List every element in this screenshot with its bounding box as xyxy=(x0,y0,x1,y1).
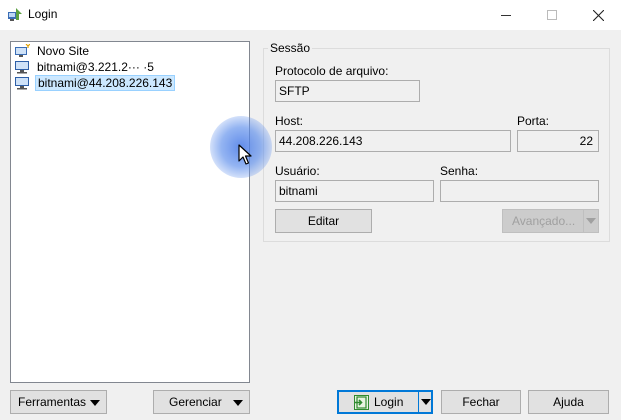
close-button[interactable]: Fechar xyxy=(441,390,521,414)
winscp-app-icon xyxy=(8,8,22,21)
advanced-button[interactable]: Avançado... xyxy=(502,209,599,233)
computer-icon xyxy=(15,77,29,90)
site-tree-item-label: bitnami@3.221.2··· ·5 xyxy=(37,60,154,74)
protocol-select[interactable]: SFTP xyxy=(275,80,420,102)
title-bar: Login xyxy=(0,0,621,30)
site-tree-item-label: bitnami@44.208.226.143 xyxy=(35,75,176,91)
tools-button-label: Ferramentas xyxy=(18,395,87,409)
computer-icon xyxy=(15,61,29,74)
login-dropdown[interactable] xyxy=(418,391,432,413)
site-tree-item-site[interactable]: bitnami@3.221.2··· ·5 xyxy=(14,59,156,75)
minimize-icon xyxy=(501,14,511,16)
site-tree-item-selected-site[interactable]: bitnami@44.208.226.143 xyxy=(14,75,176,91)
protocol-label: Protocolo de arquivo: xyxy=(275,64,389,78)
help-button[interactable]: Ajuda xyxy=(528,390,609,414)
host-label: Host: xyxy=(275,114,304,128)
site-tree-item-new-site[interactable]: Novo Site xyxy=(14,43,91,59)
close-window-button[interactable] xyxy=(575,0,621,30)
login-dialog: Login Novo Site bitnami@3.221.2··· ·5 bi… xyxy=(0,0,621,420)
chevron-down-icon xyxy=(586,218,596,224)
manage-button-label: Gerenciar xyxy=(169,395,222,409)
help-button-label: Ajuda xyxy=(553,395,584,409)
chevron-down-icon xyxy=(90,400,100,406)
edit-button[interactable]: Editar xyxy=(275,209,372,233)
tools-button[interactable]: Ferramentas xyxy=(10,390,107,414)
user-label: Usuário: xyxy=(275,164,320,178)
user-field[interactable]: bitnami xyxy=(275,180,434,202)
chevron-down-icon xyxy=(420,399,431,405)
chevron-down-icon xyxy=(233,400,243,406)
new-site-icon xyxy=(15,44,30,57)
maximize-button[interactable] xyxy=(529,0,575,30)
session-group-title: Sessão xyxy=(268,41,313,55)
manage-button[interactable]: Gerenciar xyxy=(153,390,250,414)
mouse-cursor-icon xyxy=(238,144,252,165)
window-title: Login xyxy=(28,7,58,21)
close-icon xyxy=(592,9,604,21)
password-field[interactable] xyxy=(440,180,599,202)
close-button-label: Fechar xyxy=(462,395,500,409)
maximize-icon xyxy=(547,10,557,20)
port-label: Porta: xyxy=(517,114,550,128)
minimize-button[interactable] xyxy=(483,0,529,30)
advanced-button-label: Avançado... xyxy=(512,214,576,228)
login-button[interactable]: Login xyxy=(337,390,433,414)
advanced-dropdown[interactable] xyxy=(583,210,598,232)
port-field[interactable]: 22 xyxy=(517,130,599,152)
login-button-label: Login xyxy=(374,395,404,409)
site-tree-item-label: Novo Site xyxy=(37,44,90,58)
login-icon xyxy=(354,394,369,410)
host-field[interactable]: 44.208.226.143 xyxy=(275,130,511,152)
password-label: Senha: xyxy=(440,164,479,178)
site-tree[interactable]: Novo Site bitnami@3.221.2··· ·5 bitnami@… xyxy=(10,41,250,383)
edit-button-label: Editar xyxy=(307,214,340,228)
